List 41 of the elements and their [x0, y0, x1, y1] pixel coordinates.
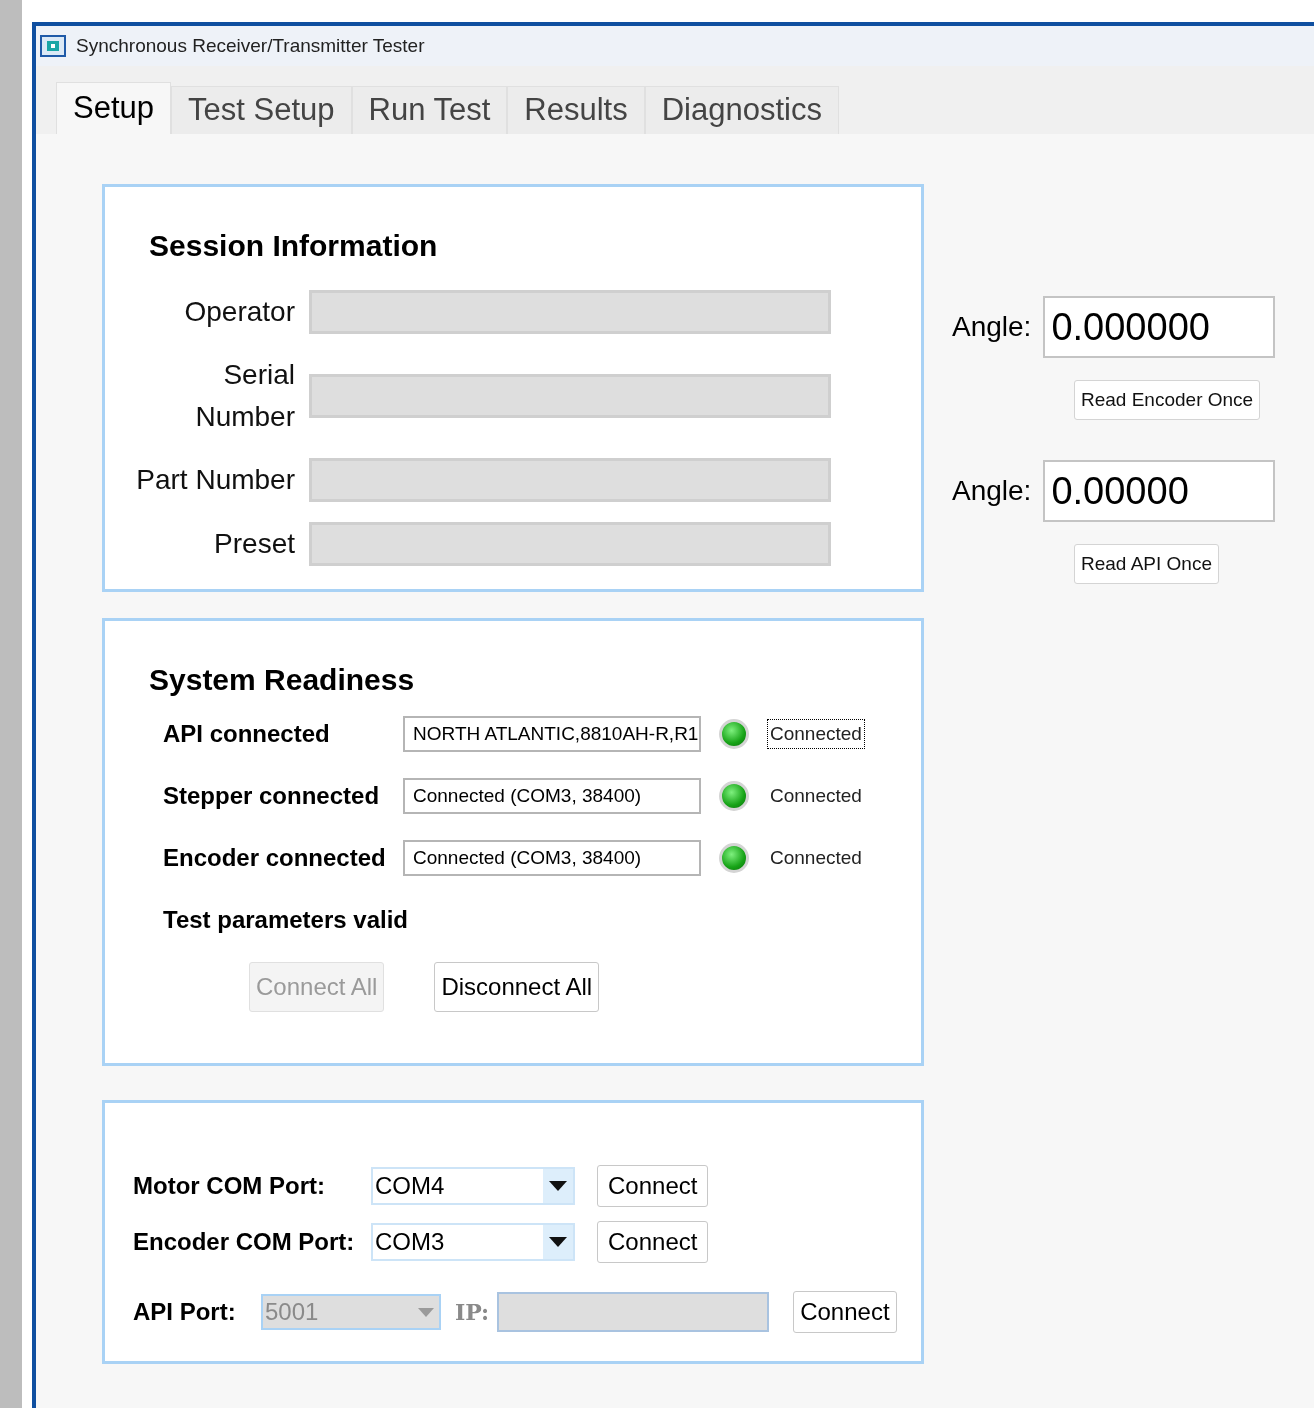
- angle-field: 0.000000: [1043, 296, 1276, 358]
- port-label: API Port:: [133, 1297, 237, 1327]
- port-dropdown[interactable]: COM3: [371, 1223, 575, 1261]
- field-label: Part Number: [135, 463, 296, 497]
- status-field: Connected (COM3, 38400): [403, 840, 701, 876]
- port-label: Motor COM Port:: [133, 1171, 326, 1201]
- status-label: Test parameters valid: [163, 905, 409, 935]
- dropdown-arrow-icon: [418, 1307, 434, 1317]
- window-title: Synchronous Receiver/Transmitter Tester: [76, 33, 425, 58]
- action-button[interactable]: Disconnect All: [434, 962, 600, 1012]
- ip-label: IP:: [455, 1297, 490, 1327]
- field-label: Preset: [213, 527, 296, 561]
- dropdown-arrow-icon: [549, 1181, 567, 1191]
- angle-label: Angle:: [952, 474, 1032, 508]
- dropdown-arrow-icon: [549, 1237, 567, 1247]
- tab[interactable]: Run Test: [351, 86, 508, 134]
- field-label: Serial Number: [194, 358, 296, 434]
- field-label: Operator: [183, 295, 296, 329]
- angle-field: 0.00000: [1043, 460, 1276, 522]
- port-label: Encoder COM Port:: [133, 1227, 356, 1257]
- status-text: Connected: [767, 718, 865, 750]
- status-label: Encoder connected: [163, 843, 385, 873]
- tab[interactable]: Setup: [56, 82, 171, 134]
- status-label: Stepper connected: [163, 781, 381, 811]
- port-dropdown[interactable]: COM4: [371, 1167, 575, 1205]
- tab[interactable]: Diagnostics: [644, 86, 839, 134]
- tab[interactable]: Test Setup: [171, 86, 352, 134]
- connect-button[interactable]: Connect: [597, 1165, 709, 1207]
- status-field: Connected (COM3, 38400): [403, 778, 701, 814]
- read-button[interactable]: Read Encoder Once: [1074, 380, 1261, 420]
- read-button[interactable]: Read API Once: [1074, 544, 1219, 584]
- tab[interactable]: Results: [507, 86, 645, 134]
- panel-title: System Readiness: [149, 662, 416, 698]
- status-label: API connected: [163, 719, 331, 749]
- app-icon: [40, 35, 66, 57]
- status-text: Connected: [769, 783, 863, 808]
- connect-button[interactable]: Connect: [597, 1221, 709, 1263]
- status-field: NORTH ATLANTIC,8810AH-R,R1: [403, 716, 701, 752]
- status-text: Connected: [769, 845, 863, 870]
- angle-label: Angle:: [952, 310, 1032, 344]
- panel-title: Session Information: [149, 228, 439, 264]
